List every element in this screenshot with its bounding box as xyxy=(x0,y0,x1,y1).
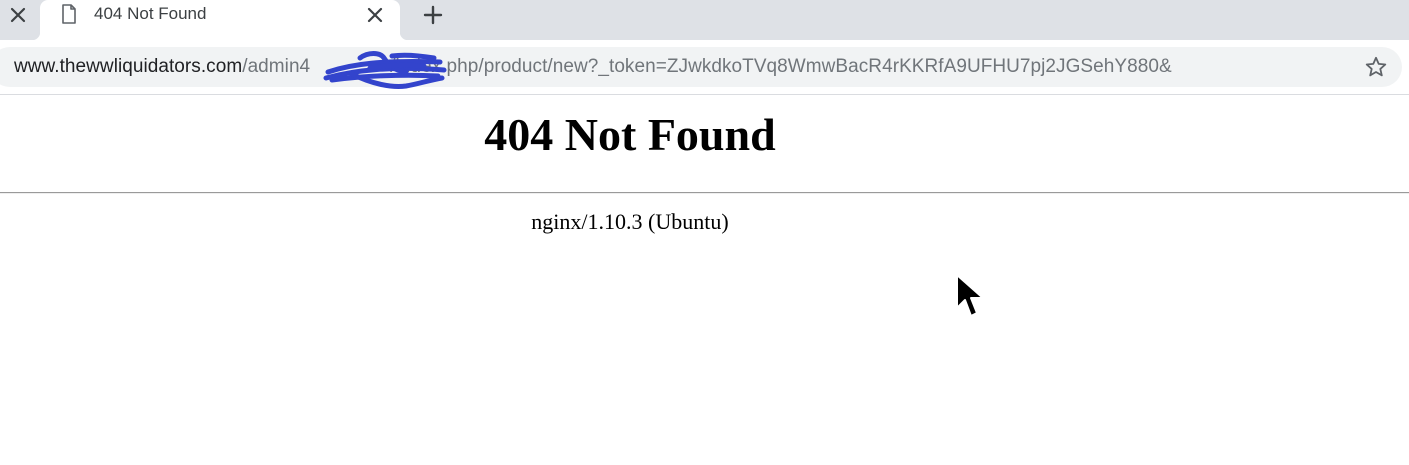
page-title: 404 Not Found xyxy=(484,109,776,160)
page-icon xyxy=(62,4,76,24)
server-signature: nginx/1.10.3 (Ubuntu) xyxy=(531,209,729,234)
tab-active[interactable]: 404 Not Found xyxy=(32,0,408,40)
url-text[interactable]: www.thewwliquidators.com/admin4/index.ph… xyxy=(14,47,1172,87)
redaction-scribble xyxy=(323,51,447,89)
url-path-start: /admin4 xyxy=(242,56,311,77)
url-path-end: /index.php/product/new?_token=ZJwkdkoTVq… xyxy=(390,56,1172,77)
star-icon[interactable] xyxy=(1364,55,1388,79)
close-icon[interactable] xyxy=(365,5,385,25)
mouse-cursor-icon xyxy=(956,274,984,317)
close-icon[interactable] xyxy=(8,5,28,25)
horizontal-rule xyxy=(0,192,1409,194)
plus-icon[interactable] xyxy=(420,2,446,28)
tab-strip: 404 Not Found xyxy=(0,0,1409,40)
address-bar[interactable]: www.thewwliquidators.com/admin4/index.ph… xyxy=(0,47,1402,89)
tab-title: 404 Not Found xyxy=(94,4,207,23)
browser-toolbar: www.thewwliquidators.com/admin4/index.ph… xyxy=(0,40,1409,95)
url-domain: www.thewwliquidators.com xyxy=(14,56,243,77)
page-content: 404 Not Found nginx/1.10.3 (Ubuntu) xyxy=(0,95,1409,465)
